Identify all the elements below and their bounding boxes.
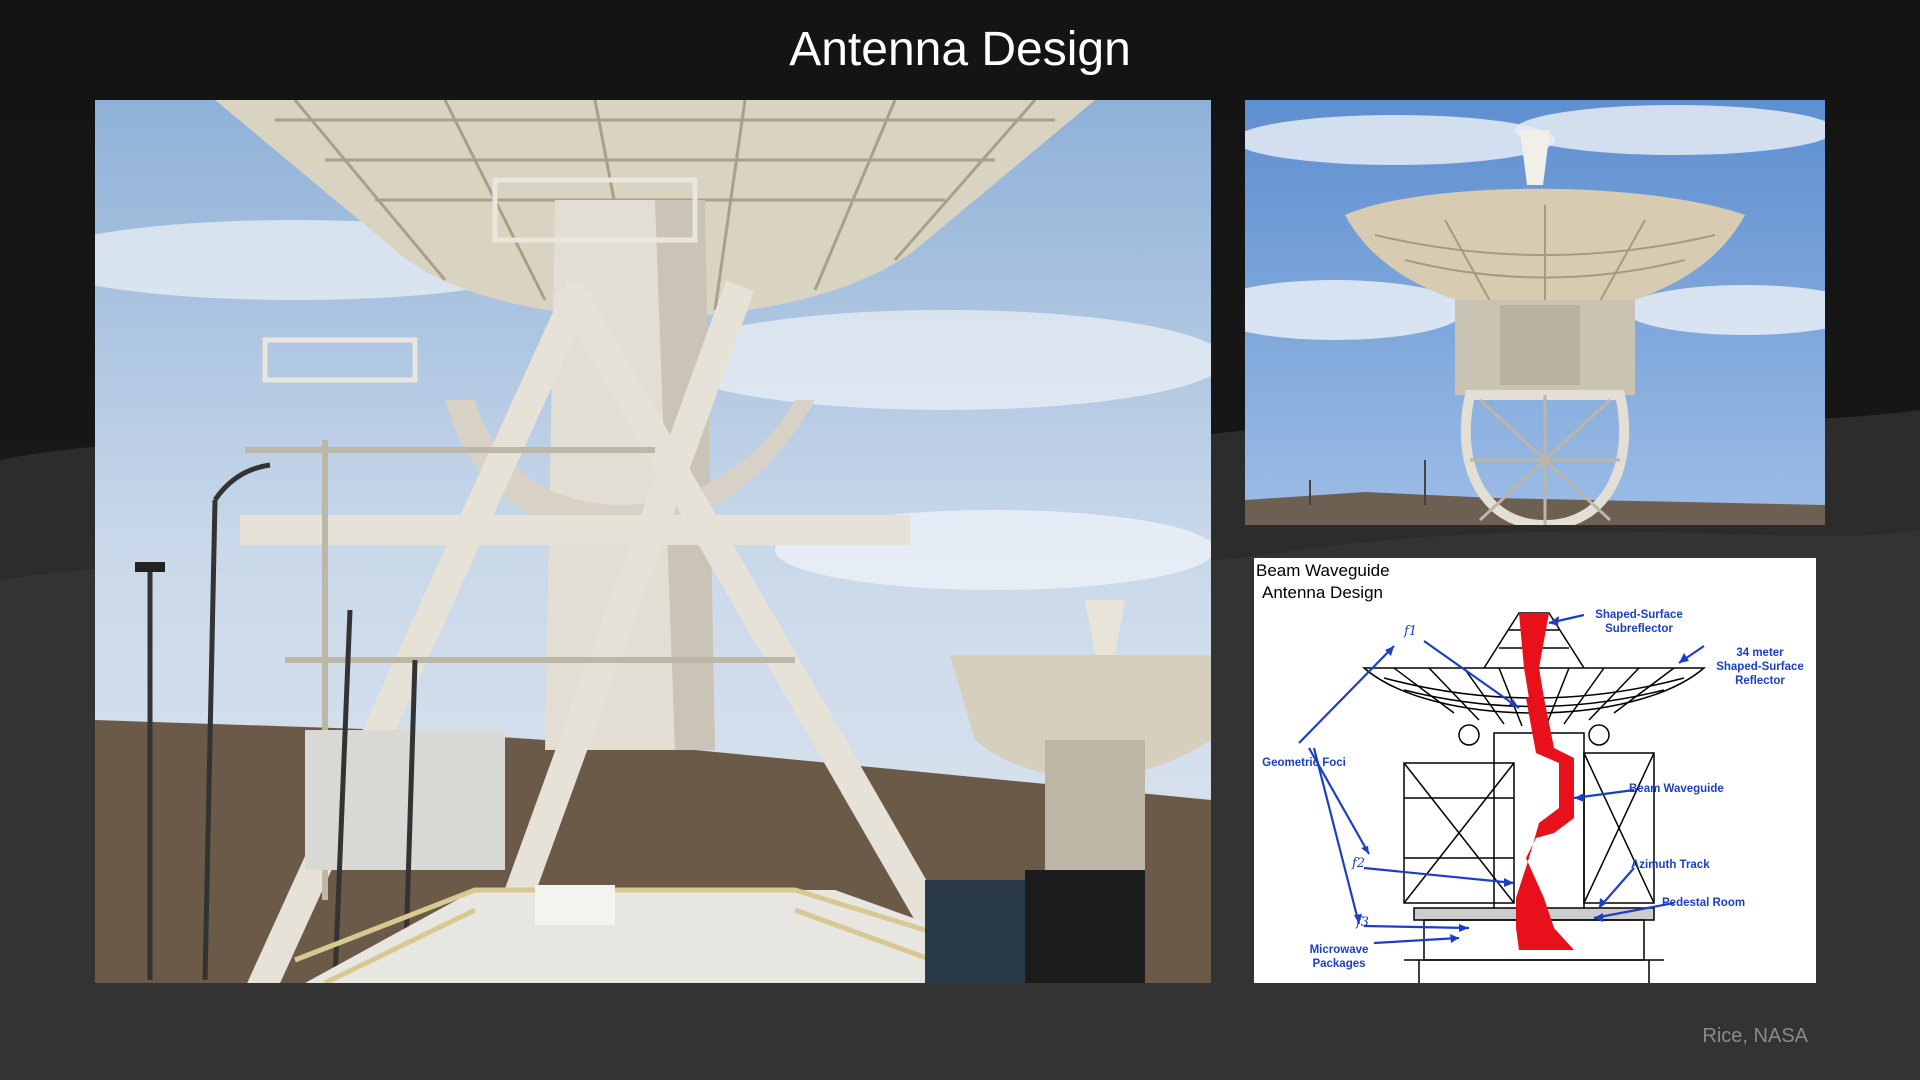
focus-f1-label: f1: [1404, 624, 1418, 639]
pedestal-room-label: Pedestal Room: [1662, 897, 1746, 909]
subreflector-label: Shaped-Surface Subreflector: [1595, 609, 1683, 635]
azimuth-track-label: Azimuth Track: [1631, 859, 1710, 871]
microwave-packages-label: Microwave Packages: [1309, 944, 1369, 970]
antenna-structure-photo: [95, 100, 1211, 983]
focus-f2-label: f2: [1352, 856, 1366, 871]
geometric-foci-label: Geometric Foci: [1262, 757, 1346, 769]
antenna-full-photo: [1245, 100, 1825, 525]
beam-waveguide-label: Beam Waveguide: [1629, 783, 1724, 795]
focus-f3-label: f3: [1356, 915, 1370, 930]
reflector-label: 34 meter Shaped-Surface Reflector: [1716, 647, 1804, 687]
image-credit: Rice, NASA: [1702, 1025, 1808, 1047]
beam-waveguide-diagram: Beam Waveguide Antenna Design Shaped-Sur…: [1254, 558, 1816, 983]
slide-title: Antenna Design: [789, 23, 1131, 76]
diagram-title: Beam Waveguide Antenna Design: [1256, 561, 1390, 602]
